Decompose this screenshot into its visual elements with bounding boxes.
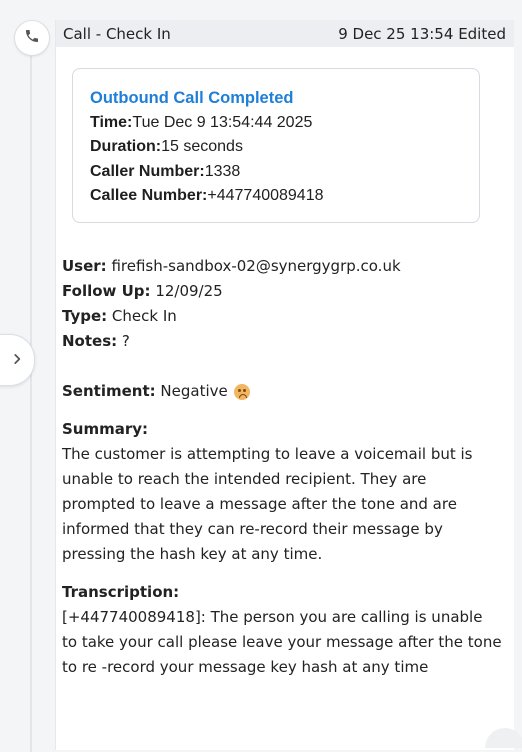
sentiment-value: Negative [160, 382, 228, 400]
summary-section: Summary: The customer is attempting to l… [62, 417, 514, 567]
entry-timestamp: 9 Dec 25 13:54 [338, 24, 454, 43]
phone-badge [14, 20, 50, 56]
entry-header: Call - Check In 9 Dec 25 13:54 Edited [56, 20, 514, 47]
sentiment-row: Sentiment: Negative [62, 379, 514, 404]
call-details: User: firefish-sandbox-02@synergygrp.co.… [62, 254, 514, 354]
edited-label: Edited [458, 24, 506, 43]
entry-meta: 9 Dec 25 13:54 Edited [338, 25, 506, 43]
detail-user: User: firefish-sandbox-02@synergygrp.co.… [62, 257, 401, 275]
summary-label: Summary: [62, 420, 149, 438]
callee-number-row: Callee Number:+447740089418 [90, 187, 324, 205]
phone-icon [24, 28, 40, 48]
detail-type: Type: Check In [62, 307, 177, 325]
detail-follow-up: Follow Up: 12/09/25 [62, 282, 223, 300]
entry-title: Call - Check In [63, 24, 171, 43]
call-entry: Call - Check In 9 Dec 25 13:54 Edited Ou… [55, 20, 514, 750]
call-card-heading: Outbound Call Completed [90, 89, 294, 107]
sad-face-emoji-icon [233, 383, 250, 400]
detail-notes: Notes: ? [62, 332, 130, 350]
call-duration-row: Duration:15 seconds [90, 138, 243, 156]
call-time-row: Time:Tue Dec 9 13:54:44 2025 [90, 113, 313, 131]
summary-text: The customer is attempting to leave a vo… [62, 445, 473, 563]
sentiment-label: Sentiment: [62, 382, 156, 400]
timeline-line [30, 52, 32, 752]
call-summary-card: Outbound Call Completed Time:Tue Dec 9 1… [72, 68, 480, 223]
transcription-label: Transcription: [62, 583, 180, 601]
transcription-section: Transcription: [+447740089418]: The pers… [62, 580, 514, 680]
chevron-right-icon [4, 351, 24, 370]
caller-number-row: Caller Number:1338 [90, 162, 241, 180]
transcription-text: [+447740089418]: The person you are call… [62, 608, 502, 676]
